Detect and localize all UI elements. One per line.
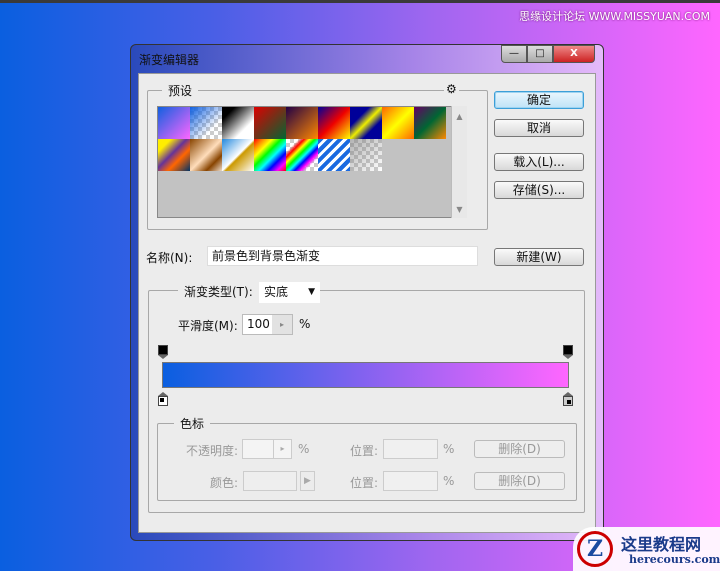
watermark-top: 思缘设计论坛 WWW.MISSYUAN.COM — [519, 10, 710, 23]
chevron-down-icon: ▼ — [308, 287, 315, 297]
preset-swatch[interactable] — [350, 139, 382, 171]
preset-swatch[interactable] — [286, 107, 318, 139]
color-arrow[interactable]: ▶ — [300, 471, 315, 491]
color-location-unit: % — [443, 474, 455, 488]
preset-swatch[interactable] — [222, 139, 254, 171]
color-stop-left[interactable] — [158, 392, 168, 406]
preset-swatch[interactable] — [190, 107, 222, 139]
opacity-unit: % — [298, 442, 310, 456]
presets-scrollbar[interactable]: ▲ ▼ — [451, 106, 467, 218]
name-label: 名称(N): — [146, 251, 193, 265]
cancel-button[interactable]: 取消 — [494, 119, 584, 137]
scroll-up-icon[interactable]: ▲ — [452, 112, 467, 121]
preset-swatch[interactable] — [254, 107, 286, 139]
opacity-location-label: 位置: — [350, 444, 379, 458]
presets-label: 预设 — [162, 82, 199, 99]
smoothness-unit: % — [299, 317, 311, 331]
stop-color-swatch[interactable] — [243, 471, 297, 491]
color-location-label: 位置: — [350, 476, 379, 490]
preset-swatch[interactable] — [190, 139, 222, 171]
delete-color-stop-button[interactable]: 删除(D) — [474, 472, 565, 490]
preset-swatch[interactable] — [286, 139, 318, 171]
minimize-button[interactable]: — — [501, 45, 527, 63]
dialog-title: 渐变编辑器 — [139, 53, 200, 67]
close-button[interactable]: X — [553, 45, 595, 63]
color-stop-right[interactable] — [563, 392, 573, 406]
name-input[interactable]: 前景色到背景色渐变 — [207, 246, 478, 266]
gradient-type-label: 渐变类型(T): — [178, 282, 259, 302]
color-stops-label: 色标 — [174, 415, 211, 432]
preset-swatch[interactable] — [222, 107, 254, 139]
watermark-url: herecours.com — [629, 553, 720, 566]
top-edge — [0, 0, 720, 3]
gear-icon[interactable]: ⚙ — [444, 82, 459, 96]
load-button[interactable]: 载入(L)... — [494, 153, 584, 171]
new-button[interactable]: 新建(W) — [494, 248, 584, 266]
opacity-location-unit: % — [443, 442, 455, 456]
gradient-bar[interactable] — [162, 362, 569, 388]
gradient-type-value: 实底 — [264, 285, 289, 299]
logo-icon: Z — [577, 531, 613, 567]
preset-swatch[interactable] — [254, 139, 286, 171]
save-button[interactable]: 存储(S)... — [494, 181, 584, 199]
smoothness-value: 100 — [247, 317, 270, 331]
stop-opacity-input[interactable]: ▸ — [242, 439, 292, 459]
gradient-type-select[interactable]: 实底 ▼ — [259, 282, 320, 303]
ok-button[interactable]: 确定 — [494, 91, 584, 109]
watermark-bottom: Z 这里教程网 herecours.com — [573, 527, 720, 571]
opacity-location-input[interactable] — [383, 439, 438, 459]
preset-swatch[interactable] — [318, 107, 350, 139]
smoothness-input[interactable]: 100 ▸ — [242, 314, 293, 335]
maximize-button[interactable]: □ — [527, 45, 553, 63]
preset-swatch[interactable] — [158, 139, 190, 171]
watermark-title: 这里教程网 — [621, 535, 702, 554]
preset-swatch[interactable] — [350, 107, 382, 139]
preset-swatch[interactable] — [158, 107, 190, 139]
scroll-down-icon[interactable]: ▼ — [452, 205, 467, 214]
opacity-arrow[interactable]: ▸ — [273, 440, 291, 458]
smoothness-label: 平滑度(M): — [178, 319, 238, 333]
opacity-label: 不透明度: — [186, 444, 239, 458]
preset-swatch[interactable] — [414, 107, 446, 139]
opacity-stop-left[interactable] — [158, 345, 168, 359]
color-label: 颜色: — [210, 476, 239, 490]
smoothness-slider-arrow[interactable]: ▸ — [272, 315, 292, 334]
opacity-stop-right[interactable] — [563, 345, 573, 359]
color-location-input[interactable] — [383, 471, 438, 491]
delete-opacity-stop-button[interactable]: 删除(D) — [474, 440, 565, 458]
preset-swatch[interactable] — [318, 139, 350, 171]
preset-swatch[interactable] — [382, 107, 414, 139]
